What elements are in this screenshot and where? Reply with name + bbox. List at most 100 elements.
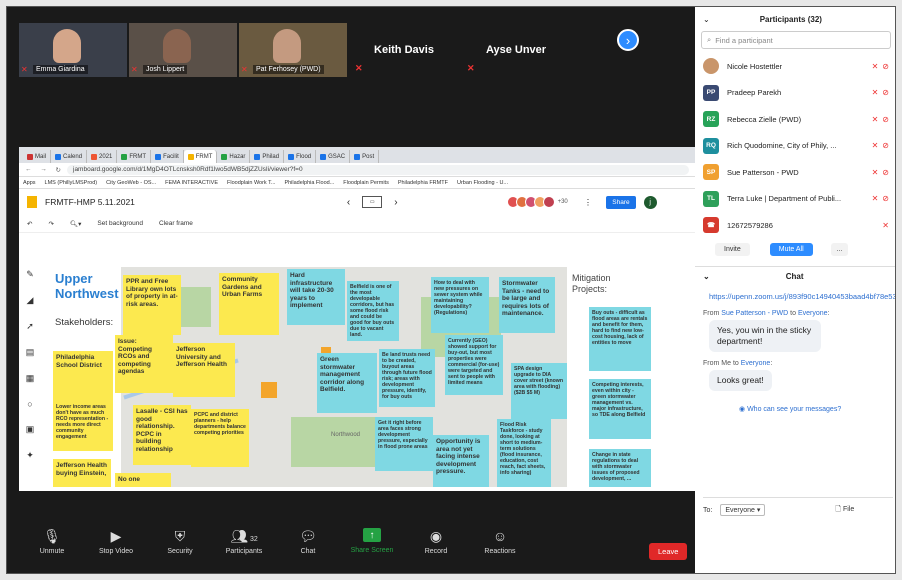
browser-tab[interactable]: Philad xyxy=(250,150,285,163)
sticky-note[interactable]: Jefferson Health buying Einstein, xyxy=(53,459,111,487)
image-icon[interactable]: ▦ xyxy=(26,373,35,384)
sticky-note[interactable]: Issue: Competing RCOs and competing agen… xyxy=(115,335,173,393)
video-tile[interactable]: ✕ Emma Giardina xyxy=(19,23,127,77)
bookmark-item[interactable]: Floodplain Permits xyxy=(343,180,389,186)
browser-tab[interactable]: Calend xyxy=(51,150,88,163)
prev-frame-icon[interactable]: ‹ xyxy=(347,197,350,208)
sticky-note[interactable]: Philadelphia School District xyxy=(53,351,113,405)
eraser-icon[interactable]: ◢ xyxy=(27,295,34,306)
bookmark-item[interactable]: Philadelphia FRMTF xyxy=(398,180,448,186)
sticky-note[interactable]: Opportunity is area not yet facing inten… xyxy=(433,435,489,487)
bookmark-item[interactable]: Urban Flooding - U... xyxy=(457,180,508,186)
bookmark-item[interactable]: City GeoWeb - OS... xyxy=(106,180,156,186)
video-tile[interactable]: Keith Davis ✕ xyxy=(349,23,459,77)
bookmark-item[interactable]: Floodplain Work T... xyxy=(227,180,275,186)
sticky-note[interactable]: Lower income areas don't have as much RC… xyxy=(53,401,113,451)
undo-icon[interactable]: ↶ xyxy=(27,220,32,228)
sticky-note[interactable]: Currently (GEO) showed support for buy-o… xyxy=(445,335,503,395)
sticky-note[interactable]: PPR and Free Library own lots of propert… xyxy=(123,275,181,335)
browser-tab[interactable]: Facilit xyxy=(151,150,184,163)
sticky-note[interactable]: Buy outs - difficult as flood areas are … xyxy=(589,307,651,371)
leave-button[interactable]: Leave xyxy=(649,543,688,560)
sticky-note[interactable]: Community Gardens and Urban Farms xyxy=(219,273,279,335)
unmute-button[interactable]: 🎙︎ Unmute xyxy=(21,528,83,555)
file-button[interactable]: 🗋︎ File xyxy=(835,505,854,516)
next-frame-icon[interactable]: › xyxy=(394,197,397,208)
sticky-note[interactable]: Jefferson University and Jefferson Healt… xyxy=(173,343,235,397)
sticky-note[interactable]: Be land trusts need to be created, buyou… xyxy=(379,349,435,407)
set-background-button[interactable]: Set background xyxy=(97,220,143,227)
url-field[interactable]: jamboard.google.com/d/1MgD4OTLcnsksh0Rdf… xyxy=(67,164,689,175)
video-tile[interactable]: ✕ Pat Ferhosey (PWD) xyxy=(239,23,347,77)
sticky-note[interactable]: Flood Risk Taskforce - study done, looki… xyxy=(497,419,551,487)
circle-icon[interactable]: ○ xyxy=(27,399,32,409)
browser-tab[interactable]: FRMT xyxy=(183,150,218,163)
bookmark-item[interactable]: FEMA INTERACTIVE xyxy=(165,180,218,186)
sticky-note[interactable]: Change in state regulations to deal with… xyxy=(589,449,651,487)
next-page-arrow-icon[interactable]: › xyxy=(617,29,639,51)
back-icon[interactable]: ← xyxy=(25,166,32,174)
collapse-icon[interactable]: ⌄ xyxy=(703,15,710,24)
bookmark-item[interactable]: Apps xyxy=(23,180,36,186)
chat-message-link[interactable]: https://upenn.zoom.us/j/893f90c14940453b… xyxy=(709,292,895,302)
more-options-button[interactable]: ... xyxy=(830,242,849,256)
browser-tab[interactable]: Hazar xyxy=(217,150,251,163)
sticky-note[interactable]: Stormwater Tanks - need to be large and … xyxy=(499,277,555,333)
sticky-note[interactable]: SPA design upgrade to DIA cover street (… xyxy=(511,363,567,419)
sticky-note[interactable]: Hard infrastructure will take 20-30 year… xyxy=(287,269,345,325)
sticky-note[interactable]: Get it right before area faces strong de… xyxy=(375,417,433,471)
pen-icon[interactable]: ✎ xyxy=(26,269,34,280)
sticky-note[interactable]: Belfield is one of the most developable … xyxy=(347,281,399,341)
bookmark-item[interactable]: Philadelphia Flood... xyxy=(284,180,334,186)
clear-frame-button[interactable]: Clear frame xyxy=(159,220,193,227)
forward-icon[interactable]: → xyxy=(40,166,47,174)
participant-row[interactable]: RZ Rebecca Zielle (PWD) ✕ ⊘ xyxy=(695,106,895,133)
browser-tab[interactable]: Mail xyxy=(23,150,52,163)
sticky-note[interactable]: PCPC and district planners - help depart… xyxy=(191,409,249,467)
security-button[interactable]: ⛨ Security xyxy=(149,528,211,555)
participants-button[interactable]: 👥︎ 32 Participants xyxy=(213,528,275,555)
sticky-note-icon[interactable]: ▤ xyxy=(26,347,35,358)
who-can-see-link[interactable]: ◉ Who can see your messages? xyxy=(739,405,895,413)
browser-tab[interactable]: FRMT xyxy=(117,150,152,163)
select-icon[interactable]: ➚ xyxy=(26,321,34,332)
reactions-button[interactable]: ☺ Reactions xyxy=(469,528,531,555)
browser-tab[interactable]: 2021 xyxy=(87,150,118,163)
chat-button[interactable]: 💬︎ Chat xyxy=(277,528,339,555)
mute-all-button[interactable]: Mute All xyxy=(769,242,813,256)
laser-icon[interactable]: ✦ xyxy=(26,450,34,461)
collapse-icon[interactable]: ⌄ xyxy=(703,272,710,281)
sticky-note[interactable]: Green stormwater management corridor alo… xyxy=(317,353,377,413)
text-box-icon[interactable]: ▣ xyxy=(26,424,35,435)
video-tile[interactable]: Ayse Unver ✕ xyxy=(461,23,571,77)
frame-bar-icon[interactable]: ▭ xyxy=(362,196,383,208)
participant-row[interactable]: SP Sue Patterson - PWD ✕ ⊘ xyxy=(695,159,895,186)
participant-row[interactable]: ☎ 12672579286 ✕ xyxy=(695,212,895,239)
redo-icon[interactable]: ↷ xyxy=(48,220,53,228)
participant-row[interactable]: PP Pradeep Parekh ✕ ⊘ xyxy=(695,80,895,107)
reload-icon[interactable]: ↻ xyxy=(56,166,61,174)
participant-row[interactable]: Nicole Hostettler ✕ ⊘ xyxy=(695,53,895,80)
jamboard-title[interactable]: FRMTF-HMP 5.11.2021 xyxy=(45,197,135,207)
sticky-note[interactable]: Lasalle - CSI has good relationship. PCP… xyxy=(133,405,191,465)
record-button[interactable]: ◉ Record xyxy=(405,528,467,555)
sticky-note[interactable]: Competing interests, even within city - … xyxy=(589,379,651,439)
video-tile[interactable]: ✕ Josh Lippert xyxy=(129,23,237,77)
zoom-icon[interactable]: 🔍︎▾ xyxy=(70,220,82,228)
more-icon[interactable]: ⋮ xyxy=(584,197,593,208)
browser-tab[interactable]: Post xyxy=(350,150,380,163)
participant-row[interactable]: TL Terra Luke | Department of Publi... ✕ ⊘ xyxy=(695,186,895,213)
invite-button[interactable]: Invite xyxy=(715,242,750,256)
browser-tab[interactable]: GSAC xyxy=(316,150,351,163)
participant-search[interactable]: ⌕ Find a participant xyxy=(701,31,891,49)
sticky-note[interactable]: How to deal with new pressures on sewer … xyxy=(431,277,489,333)
participant-row[interactable]: RQ Rich Quodomine, City of Phily, ... ✕ ⊘ xyxy=(695,133,895,160)
stop-video-button[interactable]: ▶ Stop Video xyxy=(85,528,147,555)
share-screen-button[interactable]: ↑ Share Screen xyxy=(341,528,403,554)
bookmark-item[interactable]: LMS (PhillyLMSProd) xyxy=(45,180,98,186)
browser-tab[interactable]: Flood xyxy=(284,150,317,163)
jamboard-canvas[interactable]: Northwood Upper Northwest Stakeholders: … xyxy=(49,267,691,487)
share-button[interactable]: Share xyxy=(606,195,636,209)
user-avatar[interactable]: j xyxy=(643,195,657,209)
recipient-select[interactable]: Everyone ▾ xyxy=(720,504,766,516)
